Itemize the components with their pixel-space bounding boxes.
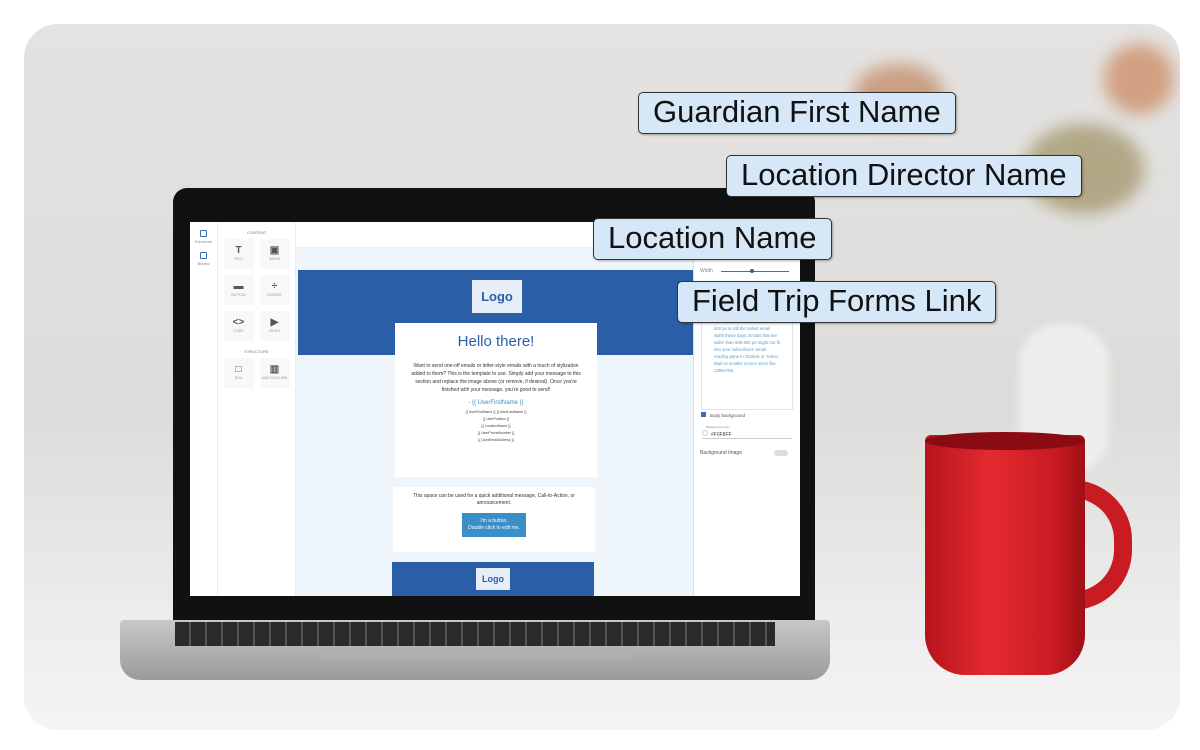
button-icon: ▬ <box>233 281 244 292</box>
email-body[interactable]: Want to send one-off emails or letter-st… <box>395 362 597 394</box>
plant-blur <box>1104 44 1174 114</box>
body-background-icon <box>701 412 706 417</box>
secondary-block[interactable]: This space can be used for a quick addit… <box>393 487 595 552</box>
blocks-icon <box>200 252 207 259</box>
cta-button[interactable]: I'm a button. Double click to edit me. <box>462 513 526 537</box>
main-message-block[interactable]: Hello there! Want to send one-off emails… <box>395 323 597 477</box>
merge-token: {{ UserFirstName }} {{ UserLastName }} <box>465 410 527 414</box>
content-heading: CONTENT <box>246 230 267 235</box>
element-image[interactable]: ▣ IMAGE <box>259 239 290 269</box>
footer-band[interactable]: Logo <box>392 562 594 596</box>
element-code[interactable]: <> CODE <box>223 311 254 341</box>
merge-token: {{ UserPhoneNumber }} <box>477 431 515 435</box>
bg-image-toggle[interactable] <box>774 450 788 456</box>
tab-elements[interactable]: Elements <box>190 230 217 244</box>
settings-panel: Width 600 px is still the safest email w… <box>693 222 800 596</box>
signature: - {{ UserFirstName }} <box>468 400 524 406</box>
image-icon: ▣ <box>269 245 280 256</box>
width-info: 600 px is still the safest email width t… <box>701 322 793 410</box>
elements-panel: CONTENT T TEXT ▣ IMAGE ▬ BUTTON ÷ DIVIDER <>… <box>218 222 296 596</box>
width-slider[interactable] <box>721 271 789 272</box>
footer-logo[interactable]: Logo <box>476 568 510 590</box>
merge-field-label: Location Director Name <box>726 155 1082 197</box>
color-swatch[interactable] <box>702 430 708 436</box>
red-mug <box>925 435 1085 675</box>
merge-token: {{ LocationName }} <box>481 424 511 428</box>
button-line: I'm a button. <box>480 518 508 524</box>
merge-field-label: Field Trip Forms Link <box>677 281 997 323</box>
structure-heading: STRUCTURE <box>244 349 269 354</box>
email-heading[interactable]: Hello there! <box>395 333 597 350</box>
box-icon: □ <box>235 364 242 375</box>
bg-image-label: Background Image <box>700 450 742 456</box>
secondary-text: This space can be used for a quick addit… <box>413 493 575 506</box>
divider-icon: ÷ <box>271 281 278 292</box>
email-editor-screen: Elements Blocks CONTENT T TEXT ▣ IMAGE ▬ BU… <box>190 222 800 596</box>
trackpad <box>320 648 630 658</box>
keyboard <box>175 622 775 646</box>
button-line: Double click to edit me. <box>468 525 520 531</box>
element-multicolumn[interactable]: ▥ MULTICOLUMN <box>259 358 290 388</box>
text-icon: T <box>235 245 242 256</box>
tab-blocks[interactable]: Blocks <box>190 252 217 266</box>
email-canvas: Logo Hello there! Want to send one-off e… <box>296 222 693 596</box>
merge-token: {{ UserPosition }} <box>482 417 510 421</box>
mug-rim <box>925 432 1085 450</box>
code-icon: <> <box>232 317 245 328</box>
merge-field-label: Guardian First Name <box>638 92 956 134</box>
merge-field-label: Location Name <box>593 218 832 260</box>
video-icon: ▶ <box>270 317 279 328</box>
bg-color-input[interactable]: #F0F8FF <box>702 430 792 439</box>
element-video[interactable]: ▶ VIDEO <box>259 311 290 341</box>
element-divider[interactable]: ÷ DIVIDER <box>259 275 290 305</box>
body-background-section[interactable]: Body background <box>701 412 745 418</box>
merge-token: {{ UserEmailAddress }} <box>478 438 514 442</box>
elements-icon <box>200 230 207 237</box>
header-logo[interactable]: Logo <box>472 280 522 313</box>
element-text[interactable]: T TEXT <box>223 239 254 269</box>
sidebar-tabs: Elements Blocks <box>190 222 218 596</box>
width-slider-handle[interactable] <box>750 269 754 273</box>
element-button[interactable]: ▬ BUTTON <box>223 275 254 305</box>
width-label: Width <box>700 268 713 274</box>
element-box[interactable]: □ BOX <box>223 358 254 388</box>
bg-color-label: Background color <box>706 425 730 429</box>
multicolumn-icon: ▥ <box>269 364 280 375</box>
